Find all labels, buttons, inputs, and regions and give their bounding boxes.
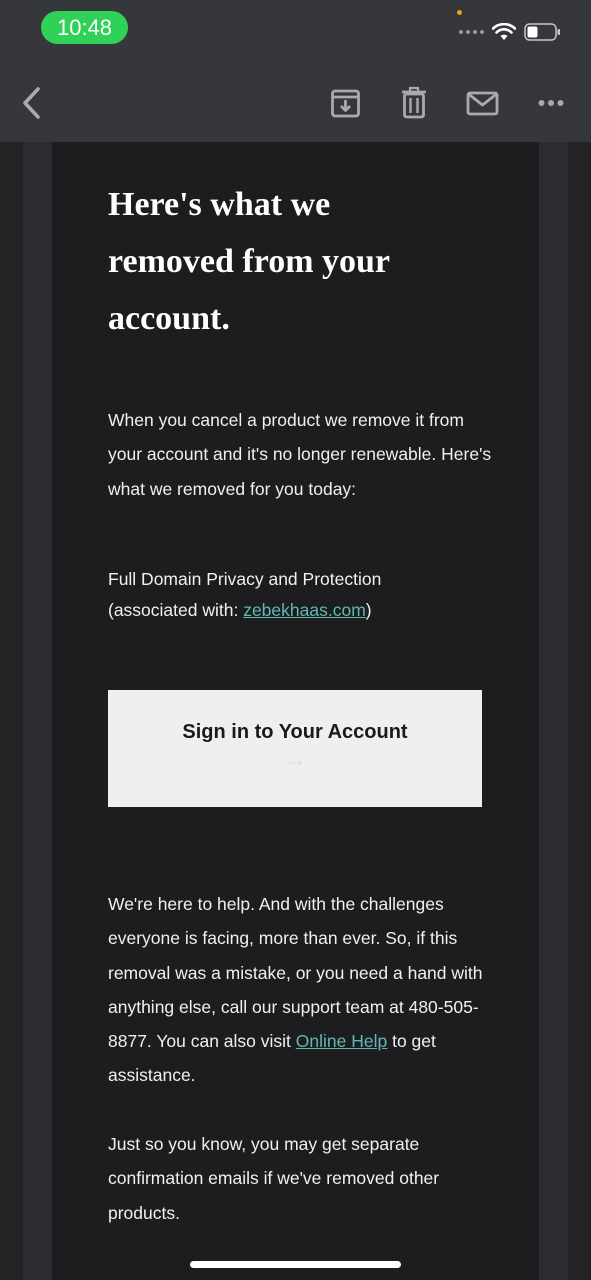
chevron-left-icon[interactable]: [18, 85, 48, 121]
product-name: Full Domain Privacy and Protection: [108, 569, 382, 589]
wifi-icon: [492, 23, 516, 40]
privacy-indicator-dot: [457, 10, 462, 15]
arrow-right-icon: →: [283, 746, 307, 773]
domain-link[interactable]: zebekhaas.com: [243, 600, 366, 620]
online-help-link[interactable]: Online Help: [296, 1031, 387, 1051]
confirmation-note: Just so you know, you may get separate c…: [108, 1134, 440, 1223]
help-text: We're here to help. And with the challen…: [108, 894, 483, 1052]
associated-suffix: ): [365, 600, 372, 620]
associated-prefix: (associated with:: [108, 600, 244, 620]
sign-in-button[interactable]: Sign in to Your Account →: [108, 690, 482, 807]
archive-icon[interactable]: [330, 86, 361, 120]
status-time-pill: 10:48: [41, 11, 128, 44]
more-icon[interactable]: [538, 86, 564, 120]
removed-product: Full Domain Privacy and Protection (asso…: [108, 564, 498, 626]
envelope-icon[interactable]: [466, 86, 499, 120]
battery-icon: [524, 23, 560, 41]
home-indicator[interactable]: [190, 1261, 401, 1268]
sign-in-button-label: Sign in to Your Account: [182, 721, 408, 743]
status-icons: [459, 18, 561, 46]
help-paragraph: We're here to help. And with the challen…: [108, 887, 498, 1093]
intro-paragraph: When you cancel a product we remove it f…: [108, 410, 492, 499]
trash-icon[interactable]: [401, 86, 427, 120]
email-headline: Here's what we removed from your account…: [108, 186, 390, 337]
cellular-signal-icon: [459, 30, 484, 34]
